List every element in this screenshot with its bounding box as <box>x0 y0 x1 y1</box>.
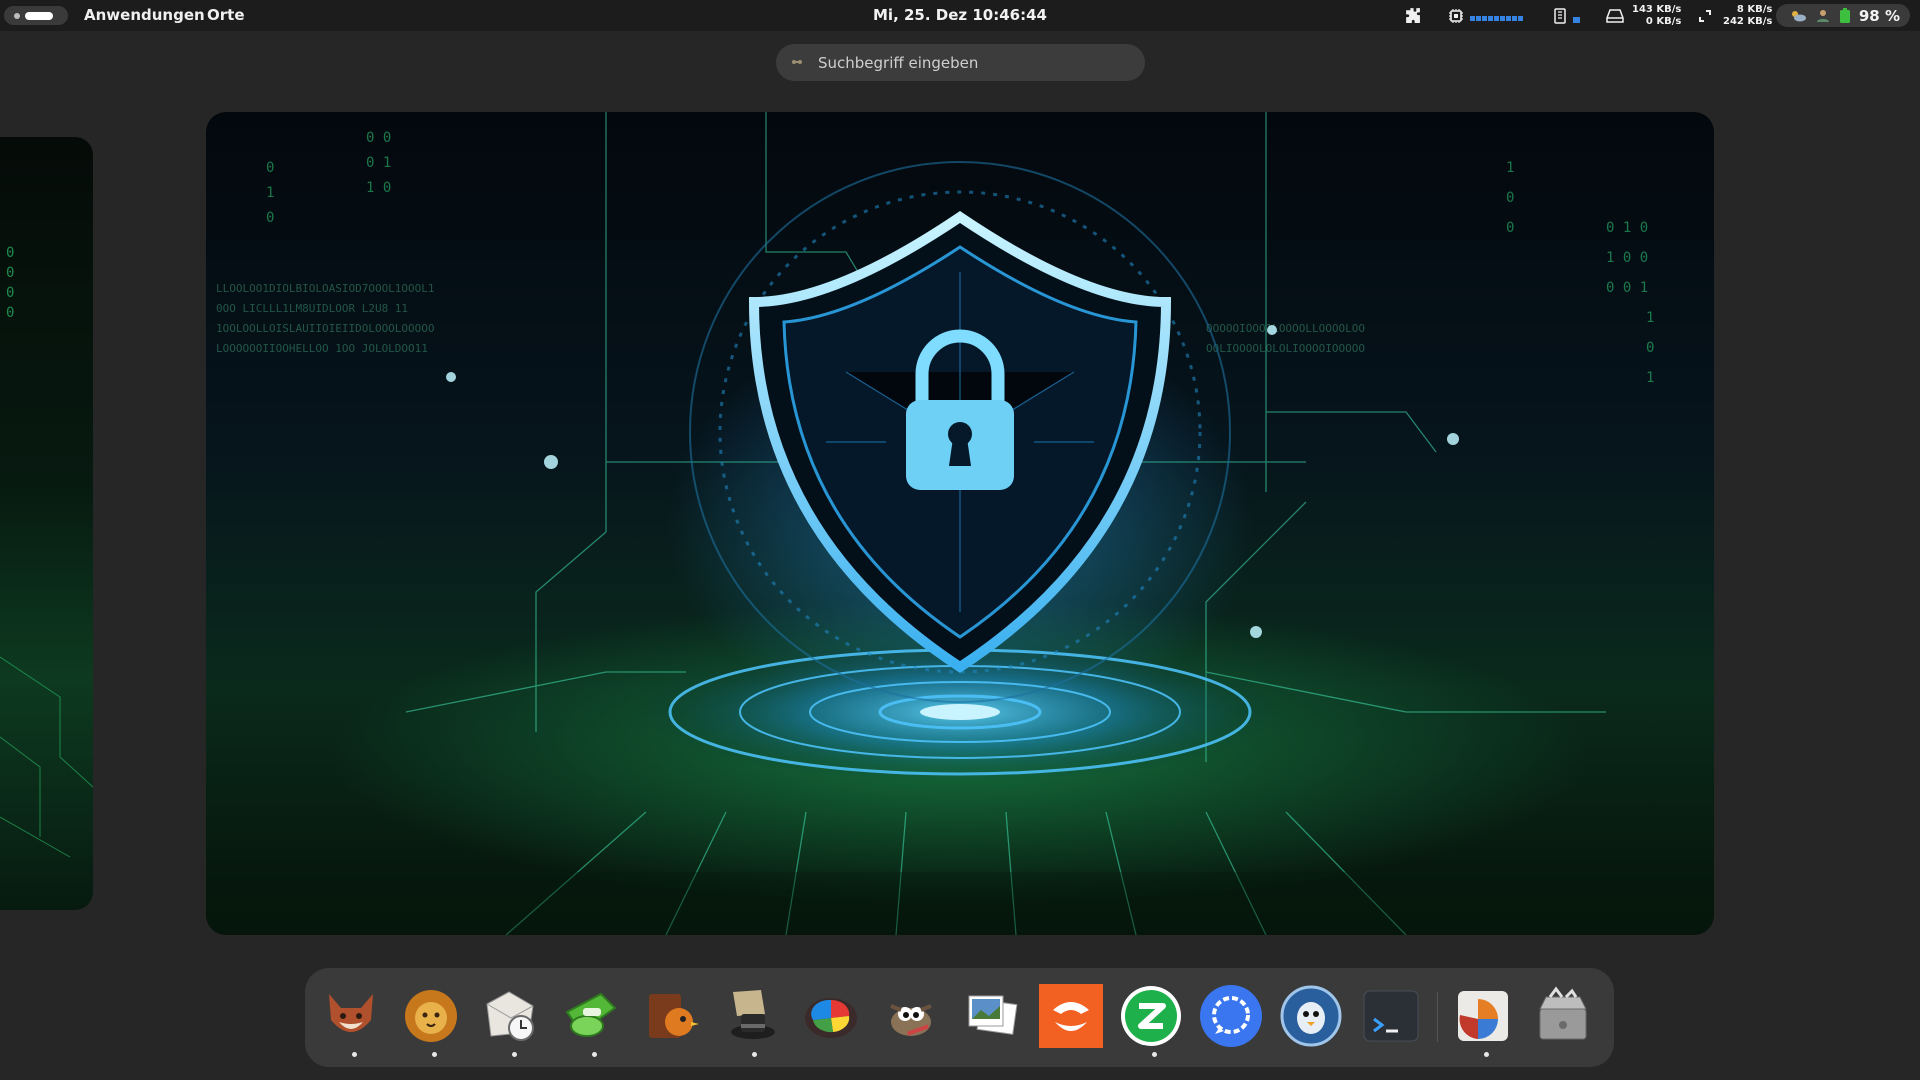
svg-text:1: 1 <box>266 185 274 201</box>
dock-app-disk-usage[interactable] <box>1451 984 1515 1048</box>
dock-app-mail-clock[interactable] <box>479 984 543 1048</box>
svg-text:0 1: 0 1 <box>366 155 391 171</box>
dock-app-terminal[interactable] <box>1359 984 1423 1048</box>
dock-app-color-wheel[interactable] <box>799 984 863 1048</box>
gimp-icon <box>890 1004 932 1036</box>
dock-app-orange[interactable] <box>1039 984 1103 1048</box>
svg-text:0 0: 0 0 <box>366 130 391 146</box>
system-status-menu[interactable]: 98 % <box>1776 4 1910 27</box>
search-input[interactable] <box>816 52 1116 73</box>
green-utility-icon <box>565 992 617 1037</box>
dock-app-penguin-chat[interactable] <box>1279 984 1343 1048</box>
user-icon <box>1816 9 1829 22</box>
svg-text:1 0: 1 0 <box>366 180 391 196</box>
memory-usage-bar <box>1573 16 1580 23</box>
penguin-chat-icon <box>1280 985 1342 1047</box>
top-bar: Anwendungen Orte Mi, 25. Dez 10:46:44 14… <box>0 0 1920 31</box>
dock-app-gimp[interactable] <box>879 984 943 1048</box>
svg-text:1: 1 <box>1506 160 1514 176</box>
fox-icon <box>329 994 373 1032</box>
wallpaper-image: 0 1 0 0 0 0 1 1 0 1 0 0 0 1 0 1 0 0 0 0 1 1 0 1 LL… <box>206 112 1714 935</box>
svg-text:0: 0 <box>6 265 14 281</box>
dock-app-hat[interactable] <box>719 984 783 1048</box>
dock-app-green-utility[interactable] <box>559 984 623 1048</box>
svg-text:0: 0 <box>6 305 14 321</box>
dock-app-trash[interactable] <box>1531 984 1595 1048</box>
dock-app-signal[interactable] <box>1199 984 1263 1048</box>
svg-text:LOOOOOOIIOOHELLOO 1OO JOLOLDOO: LOOOOOOIIOOHELLOO 1OO JOLOLDOO11 <box>216 342 428 355</box>
dock-app-lion[interactable] <box>399 984 463 1048</box>
battery-percentage: 98 % <box>1858 6 1900 25</box>
search-icon <box>792 59 802 64</box>
dash-dock <box>305 968 1614 1067</box>
svg-text:0 0 1: 0 0 1 <box>1606 280 1648 296</box>
network-upload-speed: 8 KB/s <box>1736 3 1773 15</box>
search-bar[interactable] <box>776 44 1145 81</box>
svg-text:OOOOOIOOO1LOOOOLLOOOOLOO: OOOOOIOOO1LOOOOLLOOOOLOO <box>1206 322 1365 335</box>
workspace-thumbnail-current[interactable]: 0 1 0 0 0 0 1 1 0 1 0 0 0 1 0 1 0 0 0 0 1 1 0 1 LL… <box>206 112 1714 935</box>
svg-text:0: 0 <box>266 210 274 226</box>
disk-read-speed: 143 KB/s <box>1632 3 1682 15</box>
orange-app-icon <box>1039 984 1103 1048</box>
cpu-icon <box>1449 8 1463 23</box>
hat-icon <box>731 990 775 1039</box>
disk-usage-icon <box>1458 991 1508 1041</box>
signal-icon <box>1200 985 1262 1047</box>
color-wheel-icon <box>805 998 857 1038</box>
memory-icon <box>1554 7 1566 24</box>
network-icon <box>1699 9 1711 22</box>
photo-viewer-icon <box>968 995 1018 1035</box>
svg-text:0 1 0: 0 1 0 <box>1606 220 1648 236</box>
drive-icon <box>1606 8 1624 23</box>
svg-text:1 0 0: 1 0 0 <box>1606 250 1648 266</box>
mail-clock-icon <box>486 991 534 1041</box>
cpu-monitor[interactable] <box>1448 0 1523 31</box>
dock-app-fox[interactable] <box>319 984 383 1048</box>
lion-icon <box>405 990 457 1042</box>
svg-text:1: 1 <box>1646 370 1654 386</box>
svg-text:0OO LICLLL1LM8UIDLOOR L2U8 11: 0OO LICLLL1LM8UIDLOOR L2U8 11 <box>216 302 408 315</box>
svg-text:0: 0 <box>6 285 14 301</box>
weather-icon <box>1791 10 1806 21</box>
svg-text:1: 1 <box>1646 310 1654 326</box>
svg-text:0: 0 <box>1506 190 1514 206</box>
svg-text:1OOLOOLLOISLAUIIOIEIIDOLOOOLOO: 1OOLOOLLOISLAUIIOIEIIDOLOOOLOOOOO <box>216 322 435 335</box>
svg-text:OOLIOOOOLOLOLIOOOOIOOOOO: OOLIOOOOLOLOLIOOOOIOOOOO <box>1206 342 1365 355</box>
green-chat-icon <box>1121 986 1181 1046</box>
network-monitor[interactable]: 8 KB/s 242 KB/s <box>1697 0 1772 31</box>
svg-text:0: 0 <box>6 245 14 261</box>
workspace-preview-wallpaper: 0 0 0 0 <box>0 245 93 858</box>
disk-io-monitor[interactable]: 143 KB/s 0 KB/s <box>1606 0 1681 31</box>
book-bird-icon <box>649 994 699 1038</box>
cpu-usage-graph <box>1470 11 1523 21</box>
svg-text:LLOOLOO1DIOLBIOLOASIOD7OOOL1OO: LLOOLOO1DIOLBIOLOASIOD7OOOL1OOOL1 <box>216 282 435 295</box>
workspace-thumbnail-previous[interactable]: 0 0 0 0 <box>0 137 93 910</box>
svg-text:0: 0 <box>266 160 274 176</box>
svg-text:0: 0 <box>1506 220 1514 236</box>
dock-app-book-bird[interactable] <box>639 984 703 1048</box>
network-download-speed: 242 KB/s <box>1723 15 1773 27</box>
dock-separator <box>1437 992 1438 1042</box>
memory-monitor[interactable] <box>1553 0 1580 31</box>
trash-icon <box>1539 986 1587 1040</box>
dock-app-photo-viewer[interactable] <box>959 984 1023 1048</box>
disk-write-speed: 0 KB/s <box>1645 15 1682 27</box>
svg-text:0: 0 <box>1646 340 1654 356</box>
extension-icon[interactable] <box>1404 0 1421 31</box>
terminal-icon <box>1363 990 1419 1042</box>
battery-icon <box>1839 7 1850 23</box>
dock-app-green-chat[interactable] <box>1119 984 1183 1048</box>
